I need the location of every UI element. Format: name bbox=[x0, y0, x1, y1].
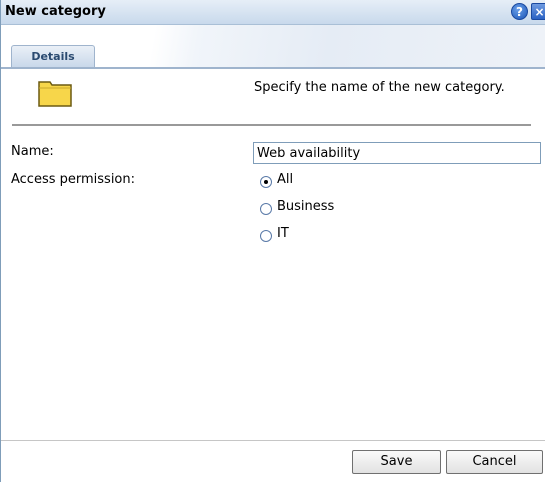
radio-business-label: Business bbox=[277, 199, 335, 214]
footer-divider bbox=[1, 440, 545, 441]
radio-button-icon[interactable] bbox=[260, 230, 272, 242]
name-label: Name: bbox=[11, 144, 54, 159]
title-bar: New category ? × bbox=[1, 0, 545, 25]
tab-underline bbox=[1, 67, 545, 69]
folder-icon bbox=[37, 78, 73, 111]
help-icon[interactable]: ? bbox=[511, 3, 528, 20]
access-permission-label: Access permission: bbox=[11, 172, 136, 187]
separator bbox=[12, 124, 531, 126]
close-icon[interactable]: × bbox=[531, 3, 545, 20]
radio-all-label: All bbox=[277, 172, 294, 187]
save-button[interactable]: Save bbox=[352, 450, 441, 474]
tab-details[interactable]: Details bbox=[11, 45, 95, 67]
radio-button-icon[interactable] bbox=[260, 176, 272, 188]
radio-it-label: IT bbox=[277, 226, 289, 241]
name-input[interactable] bbox=[253, 142, 541, 164]
cancel-button[interactable]: Cancel bbox=[446, 450, 543, 474]
radio-button-icon[interactable] bbox=[260, 203, 272, 215]
new-category-dialog: New category ? × Details Specify the nam… bbox=[0, 0, 545, 482]
dialog-description: Specify the name of the new category. bbox=[254, 80, 505, 95]
dialog-title: New category bbox=[5, 4, 106, 19]
